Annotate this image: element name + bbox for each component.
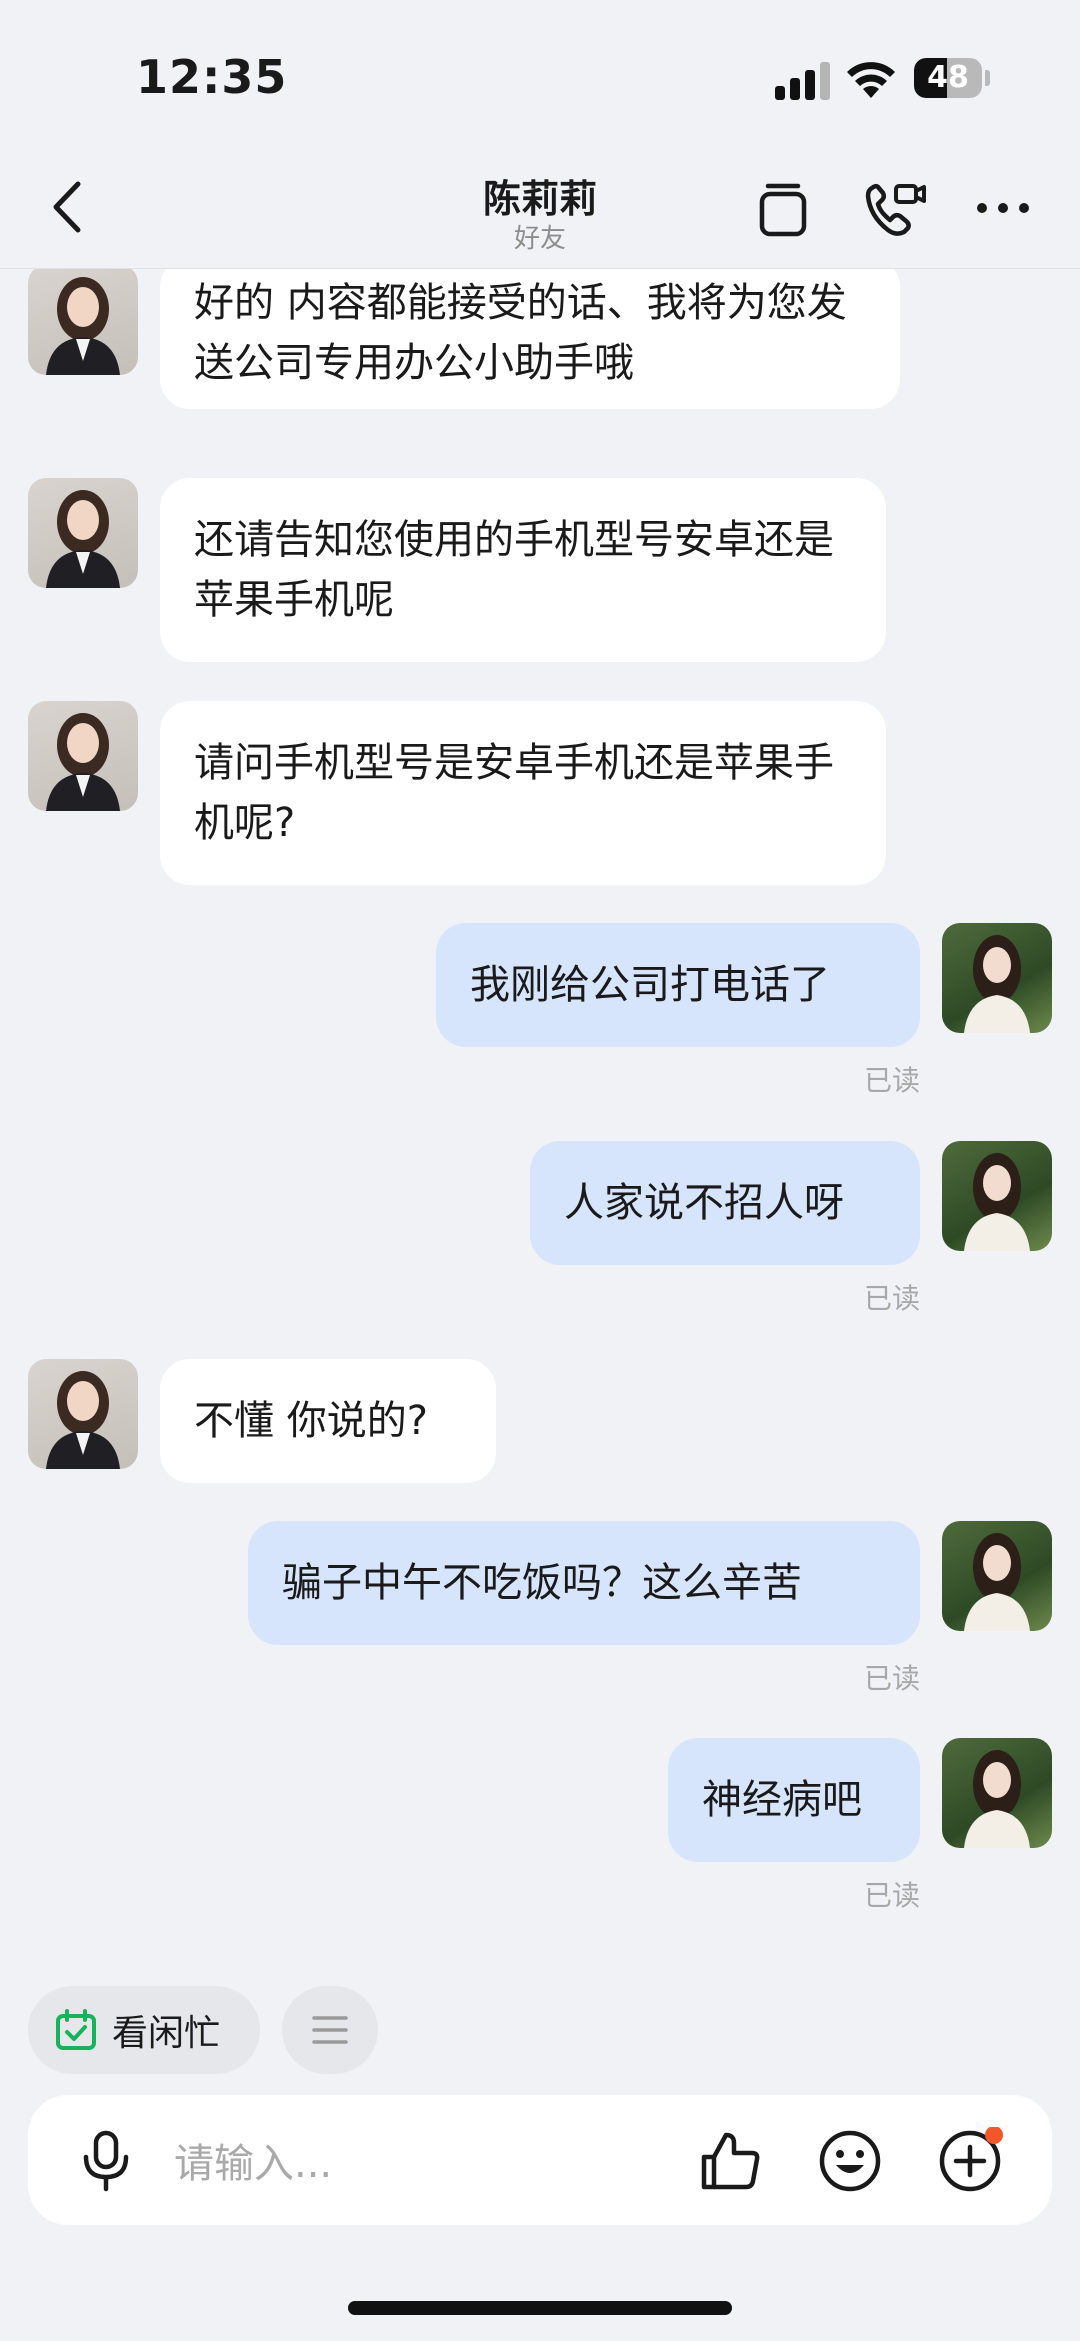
chat-header: 陈莉莉 好友	[0, 150, 1080, 269]
busy-status-button[interactable]: 看闲忙	[28, 1986, 260, 2074]
read-status: 已读	[863, 1282, 920, 1315]
battery-icon: 48	[914, 58, 982, 98]
stack-icon[interactable]	[748, 172, 818, 242]
my-avatar[interactable]	[942, 923, 1052, 1033]
smile-icon[interactable]	[816, 2127, 884, 2195]
calendar-check-icon	[56, 2009, 96, 2050]
message-list[interactable]: 好的 内容都能接受的话、我将为您发送公司专用办公小助手哦 还请告知您使用的手机型…	[0, 269, 1080, 1949]
my-avatar[interactable]	[942, 1738, 1052, 1848]
message-input[interactable]: 请输入...	[174, 2131, 332, 2189]
battery-tip	[985, 70, 990, 86]
message-input-bar: 请输入...	[28, 2095, 1052, 2225]
signal-icon	[775, 62, 831, 100]
read-status: 已读	[863, 1064, 920, 1097]
home-indicator	[348, 2301, 732, 2315]
contact-avatar[interactable]	[28, 701, 138, 811]
contact-avatar[interactable]	[28, 478, 138, 588]
contact-avatar[interactable]	[28, 269, 138, 375]
my-avatar[interactable]	[942, 1141, 1052, 1251]
menu-lines-icon	[312, 2016, 348, 2044]
more-dots-icon[interactable]	[968, 172, 1038, 242]
plus-circle-icon[interactable]	[936, 2127, 1004, 2195]
thumbs-up-icon[interactable]	[696, 2127, 764, 2195]
contact-avatar[interactable]	[28, 1359, 138, 1469]
read-status: 已读	[863, 1879, 920, 1912]
status-bar: 12:35 48	[0, 0, 1080, 150]
message-bubble[interactable]: 骗子中午不吃饭吗？这么辛苦	[248, 1521, 920, 1645]
wifi-icon	[847, 62, 895, 98]
my-avatar[interactable]	[942, 1521, 1052, 1631]
quick-menu-button[interactable]	[282, 1986, 378, 2074]
message-bubble[interactable]: 还请告知您使用的手机型号安卓还是苹果手机呢	[160, 478, 886, 662]
message-bubble[interactable]: 人家说不招人呀	[530, 1141, 920, 1265]
busy-status-label: 看闲忙	[112, 2013, 221, 2054]
microphone-icon[interactable]	[72, 2127, 140, 2195]
message-bubble[interactable]: 神经病吧	[668, 1738, 920, 1862]
message-bubble[interactable]: 我刚给公司打电话了	[436, 923, 920, 1047]
status-time: 12:35	[136, 50, 288, 104]
video-call-icon[interactable]	[858, 172, 928, 242]
read-status: 已读	[863, 1662, 920, 1695]
message-bubble[interactable]: 好的 内容都能接受的话、我将为您发送公司专用办公小助手哦	[160, 269, 900, 409]
battery-percent: 48	[927, 60, 969, 95]
message-bubble[interactable]: 请问手机型号是安卓手机还是苹果手机呢?	[160, 701, 886, 885]
message-bubble[interactable]: 不懂 你说的?	[160, 1359, 496, 1483]
